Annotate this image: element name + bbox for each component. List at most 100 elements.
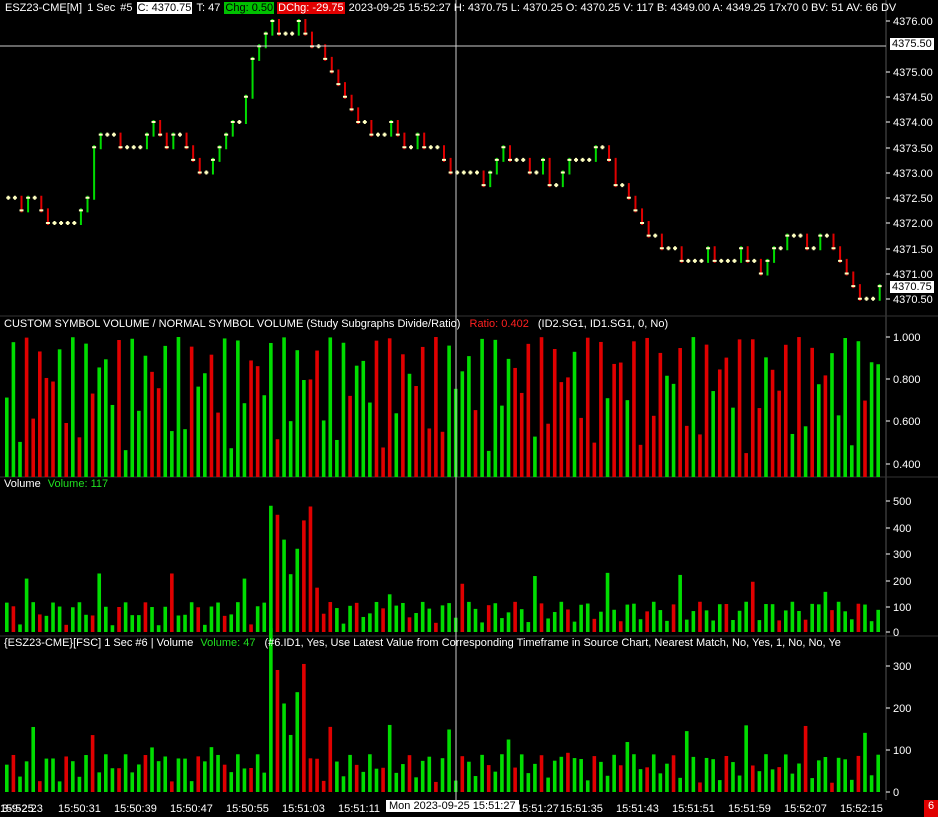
fsc-volume-bar bbox=[559, 756, 564, 792]
volume-bar bbox=[764, 604, 768, 632]
volume-bar bbox=[150, 607, 154, 632]
ratio-bar bbox=[566, 377, 570, 477]
fsc-volume-bar bbox=[150, 747, 154, 792]
ratio-bar bbox=[401, 354, 405, 477]
ratio-bar bbox=[183, 429, 187, 477]
fsc-volume-bar bbox=[51, 758, 55, 792]
last-price-tag: 4370.75 bbox=[890, 281, 934, 293]
ratio-bar bbox=[618, 362, 623, 477]
fsc-volume-bar bbox=[249, 768, 253, 792]
volume-bar bbox=[315, 587, 319, 632]
volume-bar bbox=[810, 603, 814, 632]
ratio-bar bbox=[117, 340, 121, 477]
ratio-bar bbox=[863, 400, 867, 477]
volume-bar bbox=[348, 605, 352, 632]
fsc-volume-bar bbox=[11, 754, 16, 792]
volume-bar bbox=[90, 615, 95, 632]
ratio-bar bbox=[592, 442, 597, 477]
time-axis-label: 15:50:31 bbox=[58, 803, 101, 815]
volume-bar bbox=[552, 612, 557, 632]
fsc-volume-bar bbox=[64, 756, 69, 792]
fsc-volume-bar bbox=[308, 758, 313, 792]
volume-bar bbox=[71, 607, 75, 632]
fsc-volume-bar bbox=[638, 769, 643, 792]
volume-axis-label: 500 bbox=[893, 496, 911, 508]
volume-bar bbox=[816, 604, 821, 632]
volume-bar bbox=[783, 610, 788, 632]
fsc-volume-bar bbox=[71, 761, 75, 792]
volume-bar bbox=[51, 602, 55, 632]
fsc-title-text: {ESZ23-CME}[FSC] 1 Sec #6 | Volume bbox=[4, 637, 194, 649]
volume-bar bbox=[216, 602, 220, 632]
ratio-bar bbox=[374, 340, 379, 477]
volume-bar bbox=[84, 614, 88, 632]
fsc-volume-bar bbox=[777, 767, 781, 792]
volume-bar bbox=[255, 606, 260, 632]
chart-canvas[interactable]: 4376.00 4375.00 4374.50 4374.00 4373.50 4373.… bbox=[0, 0, 938, 817]
volume-bar bbox=[117, 607, 121, 632]
volume-bar bbox=[665, 620, 669, 632]
ratio-bar bbox=[414, 386, 418, 477]
ratio-bar bbox=[744, 453, 748, 477]
ratio-bar bbox=[605, 398, 610, 477]
price-axis-label: 4373.50 bbox=[893, 143, 933, 155]
ratio-bar bbox=[295, 350, 300, 477]
ratio-bar bbox=[130, 338, 135, 477]
fsc-volume-bar bbox=[77, 776, 82, 792]
volume-bar bbox=[401, 602, 405, 632]
volume-bar bbox=[374, 601, 379, 632]
ratio-bar bbox=[407, 373, 412, 477]
fsc-volume-bar bbox=[704, 757, 709, 792]
fsc-volume-bar bbox=[156, 761, 161, 792]
volume-bar bbox=[737, 610, 742, 632]
ratio-value: Ratio: 0.402 bbox=[469, 318, 529, 330]
volume-bar bbox=[777, 620, 781, 632]
volume-bar bbox=[308, 506, 313, 632]
fsc-volume-bar bbox=[513, 767, 517, 792]
fsc-panel-title: {ESZ23-CME}[FSC] 1 Sec #6 | Volume Volum… bbox=[4, 637, 841, 649]
ratio-bar bbox=[651, 415, 656, 477]
price-axis-label: 4374.00 bbox=[893, 117, 933, 129]
time-axis-label: 15:50:39 bbox=[114, 803, 157, 815]
ratio-bar bbox=[486, 450, 491, 477]
fsc-volume-bar bbox=[691, 756, 696, 792]
fsc-volume-bar bbox=[176, 758, 181, 792]
crosshair-price-tag: 4375.50 bbox=[890, 38, 934, 50]
volume-bar bbox=[110, 625, 115, 632]
fsc-volume-bar bbox=[368, 754, 372, 792]
fsc-axis-label: 300 bbox=[893, 661, 911, 673]
volume-bar bbox=[123, 602, 128, 632]
volume-bar bbox=[57, 606, 62, 632]
ratio-axis-label: 0.800 bbox=[893, 374, 921, 386]
ratio-bar bbox=[579, 417, 583, 477]
volume-bar bbox=[566, 609, 570, 632]
ratio-bar bbox=[38, 351, 42, 477]
fsc-volume-bar bbox=[295, 692, 300, 792]
fsc-volume-bar bbox=[440, 758, 445, 792]
fsc-volume-bar bbox=[797, 763, 801, 792]
ratio-bar bbox=[170, 431, 174, 477]
ratio-bar bbox=[71, 337, 75, 477]
corner-badge[interactable]: 6 bbox=[924, 800, 938, 817]
ratio-bar bbox=[704, 344, 709, 477]
fsc-volume-bar bbox=[275, 669, 280, 792]
ratio-bar bbox=[737, 339, 742, 477]
ratio-bar bbox=[770, 369, 775, 477]
ratio-bar bbox=[341, 342, 346, 477]
volume-bar bbox=[189, 602, 194, 632]
price-axis-label: 4373.00 bbox=[893, 168, 933, 180]
volume-bar bbox=[130, 615, 135, 632]
ratio-bar bbox=[539, 337, 544, 477]
volume-bar bbox=[605, 572, 610, 632]
time-axis-label: 15:52:07 bbox=[784, 803, 827, 815]
volume-bar bbox=[651, 601, 656, 632]
volume-bar bbox=[163, 606, 168, 632]
fsc-volume-bar bbox=[123, 754, 128, 792]
fsc-volume-bar bbox=[480, 754, 484, 792]
volume-bar bbox=[836, 601, 841, 632]
volume-bar bbox=[473, 608, 478, 632]
fsc-volume-bar bbox=[876, 754, 880, 792]
fsc-volume-bar bbox=[216, 754, 220, 792]
ratio-bar bbox=[308, 379, 313, 477]
fsc-params: (#6.ID1, Yes, Use Latest Value from Corr… bbox=[264, 637, 841, 649]
